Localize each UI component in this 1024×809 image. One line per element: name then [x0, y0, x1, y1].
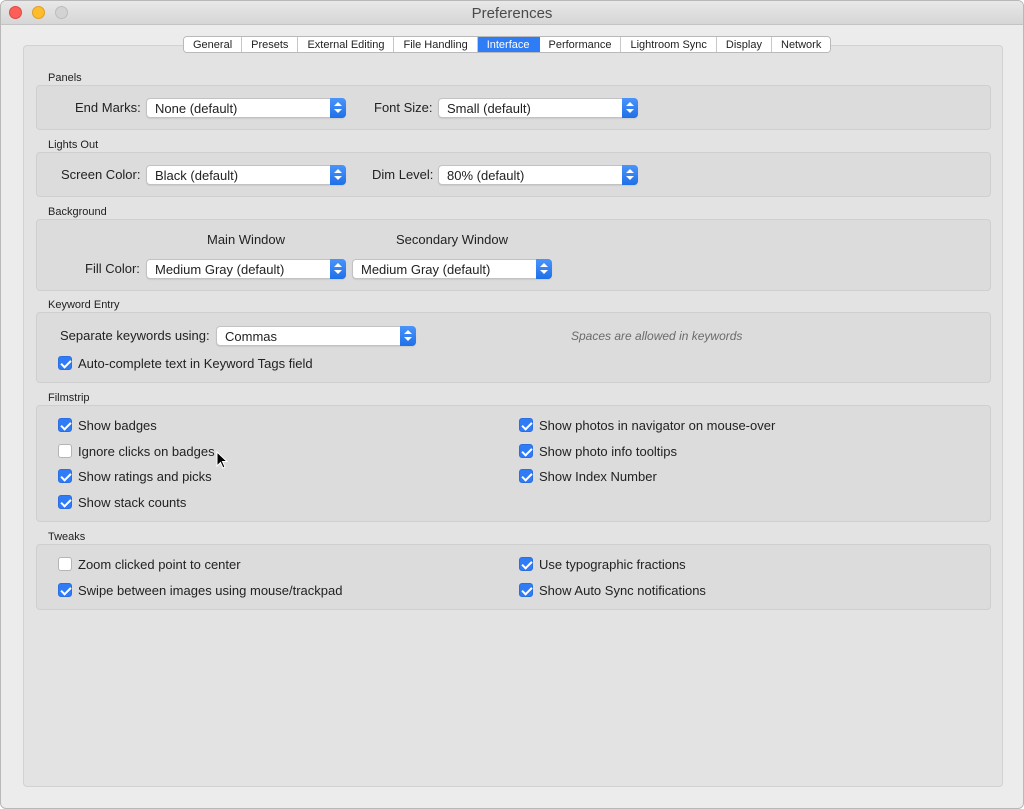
- swipe-between-images-label: Swipe between images using mouse/trackpa…: [78, 582, 343, 598]
- show-photo-info-tooltips-row[interactable]: Show photo info tooltips: [519, 443, 677, 459]
- swipe-between-images-checkbox[interactable]: [58, 583, 72, 597]
- filmstrip-section-title: Filmstrip: [48, 392, 90, 404]
- auto-sync-notifications-checkbox[interactable]: [519, 583, 533, 597]
- zoom-clicked-point-checkbox[interactable]: [58, 557, 72, 571]
- separate-keywords-select[interactable]: Commas: [216, 326, 416, 346]
- typographic-fractions-checkbox[interactable]: [519, 557, 533, 571]
- screen-color-select[interactable]: Black (default): [146, 165, 346, 185]
- show-photos-navigator-checkbox[interactable]: [519, 418, 533, 432]
- select-stepper-icon: [536, 259, 552, 279]
- show-ratings-picks-checkbox[interactable]: [58, 469, 72, 483]
- tab-general[interactable]: General: [184, 37, 243, 52]
- tab-performance[interactable]: Performance: [539, 37, 622, 52]
- dim-level-label: Dim Level:: [372, 167, 434, 182]
- separate-keywords-label: Separate keywords using:: [60, 328, 210, 343]
- show-index-number-row[interactable]: Show Index Number: [519, 468, 657, 484]
- show-photo-info-tooltips-label: Show photo info tooltips: [539, 443, 678, 459]
- keyword-entry-section-title: Keyword Entry: [48, 299, 120, 311]
- secondary-fill-color-select[interactable]: Medium Gray (default): [352, 259, 552, 279]
- tweaks-section-title: Tweaks: [48, 531, 86, 543]
- select-stepper-icon: [330, 98, 346, 118]
- end-marks-label: End Marks:: [75, 100, 141, 115]
- ignore-clicks-badges-checkbox[interactable]: [58, 444, 72, 458]
- tab-file-handling[interactable]: File Handling: [394, 37, 478, 52]
- tab-external-editing[interactable]: External Editing: [298, 37, 395, 52]
- background-group: [36, 219, 991, 291]
- font-size-label: Font Size:: [374, 100, 433, 115]
- show-stack-counts-checkbox[interactable]: [58, 495, 72, 509]
- ignore-clicks-badges-row[interactable]: Ignore clicks on badges: [58, 443, 215, 459]
- secondary-window-header: Secondary Window: [396, 232, 508, 247]
- lights-out-section-title: Lights Out: [48, 139, 99, 151]
- background-section-title: Background: [48, 206, 107, 218]
- end-marks-select[interactable]: None (default): [146, 98, 346, 118]
- main-fill-color-value: Medium Gray (default): [155, 262, 285, 277]
- show-badges-label: Show badges: [78, 417, 157, 433]
- zoom-clicked-point-row[interactable]: Zoom clicked point to center: [58, 556, 241, 572]
- tab-lightroom-sync[interactable]: Lightroom Sync: [621, 37, 717, 52]
- select-stepper-icon: [330, 259, 346, 279]
- show-ratings-picks-row[interactable]: Show ratings and picks: [58, 468, 212, 484]
- swipe-between-images-row[interactable]: Swipe between images using mouse/trackpa…: [58, 582, 342, 598]
- tab-network[interactable]: Network: [772, 37, 831, 52]
- auto-sync-notifications-label: Show Auto Sync notifications: [539, 582, 706, 598]
- typographic-fractions-label: Use typographic fractions: [539, 556, 686, 572]
- screen-color-value: Black (default): [155, 168, 239, 183]
- tab-interface[interactable]: Interface: [477, 37, 540, 52]
- mouse-cursor-icon: [216, 451, 228, 469]
- screen-color-label: Screen Color:: [61, 167, 141, 182]
- keyword-entry-group: [36, 312, 991, 383]
- auto-sync-notifications-row[interactable]: Show Auto Sync notifications: [519, 582, 706, 598]
- keywords-hint: Spaces are allowed in keywords: [571, 329, 743, 343]
- show-badges-row[interactable]: Show badges: [58, 417, 157, 433]
- select-stepper-icon: [622, 98, 638, 118]
- separate-keywords-value: Commas: [225, 329, 278, 344]
- dim-level-value: 80% (default): [447, 168, 525, 183]
- show-stack-counts-label: Show stack counts: [78, 494, 187, 510]
- font-size-value: Small (default): [447, 101, 531, 116]
- select-stepper-icon: [330, 165, 346, 185]
- select-stepper-icon: [622, 165, 638, 185]
- ignore-clicks-badges-label: Ignore clicks on badges: [78, 443, 215, 459]
- zoom-clicked-point-label: Zoom clicked point to center: [78, 556, 241, 572]
- window-title: Preferences: [471, 5, 553, 22]
- title-bar[interactable]: Preferences: [1, 1, 1023, 25]
- main-fill-color-select[interactable]: Medium Gray (default): [146, 259, 346, 279]
- autocomplete-checkbox[interactable]: [58, 356, 72, 370]
- show-index-number-label: Show Index Number: [539, 468, 657, 484]
- end-marks-value: None (default): [155, 101, 238, 116]
- panels-section-title: Panels: [48, 72, 82, 84]
- show-photos-navigator-row[interactable]: Show photos in navigator on mouse-over: [519, 417, 775, 433]
- dim-level-select[interactable]: 80% (default): [438, 165, 638, 185]
- autocomplete-checkbox-row[interactable]: Auto-complete text in Keyword Tags field: [58, 355, 313, 371]
- show-badges-checkbox[interactable]: [58, 418, 72, 432]
- preferences-window: Preferences General Presets External Edi…: [0, 0, 1024, 809]
- tweaks-group: [36, 544, 991, 610]
- show-ratings-picks-label: Show ratings and picks: [78, 468, 212, 484]
- fill-color-label: Fill Color:: [85, 261, 140, 276]
- tab-display[interactable]: Display: [716, 37, 772, 52]
- secondary-fill-color-value: Medium Gray (default): [361, 262, 491, 277]
- show-stack-counts-row[interactable]: Show stack counts: [58, 494, 186, 510]
- preferences-tab-bar: General Presets External Editing File Ha…: [183, 36, 832, 53]
- select-stepper-icon: [400, 326, 416, 346]
- autocomplete-label: Auto-complete text in Keyword Tags field: [78, 355, 313, 371]
- tab-presets[interactable]: Presets: [242, 37, 299, 52]
- show-photos-navigator-label: Show photos in navigator on mouse-over: [539, 417, 776, 433]
- font-size-select[interactable]: Small (default): [438, 98, 638, 118]
- show-photo-info-tooltips-checkbox[interactable]: [519, 444, 533, 458]
- show-index-number-checkbox[interactable]: [519, 469, 533, 483]
- main-window-header: Main Window: [207, 232, 286, 247]
- typographic-fractions-row[interactable]: Use typographic fractions: [519, 556, 686, 572]
